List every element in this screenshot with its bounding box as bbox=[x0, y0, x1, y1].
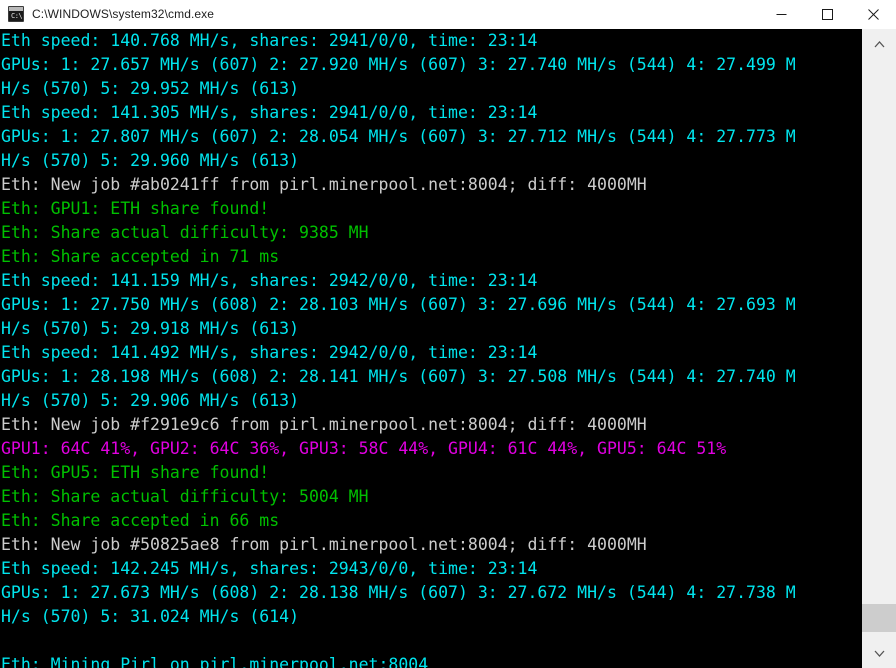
cmd-window: C:\ C:\WINDOWS\system32\cmd.exe Eth spee… bbox=[0, 0, 896, 668]
console-line: Eth: Mining Pirl on pirl.minerpool.net:8… bbox=[1, 655, 429, 668]
console-line: GPU1: 64C 41%, GPU2: 64C 36%, GPU3: 58C … bbox=[1, 439, 727, 458]
scrollbar-track[interactable] bbox=[862, 59, 896, 638]
scroll-down-button[interactable] bbox=[862, 638, 896, 668]
console-area: Eth speed: 140.768 MH/s, shares: 2941/0/… bbox=[0, 29, 896, 668]
scroll-up-button[interactable] bbox=[862, 29, 896, 59]
console-line: Eth: GPU5: ETH share found! bbox=[1, 463, 270, 482]
console-line: Eth: New job #ab0241ff from pirl.minerpo… bbox=[1, 175, 647, 194]
console-line: Eth: New job #50825ae8 from pirl.minerpo… bbox=[1, 535, 647, 554]
console-line: Eth speed: 142.245 MH/s, shares: 2943/0/… bbox=[1, 559, 538, 578]
maximize-icon bbox=[821, 8, 833, 20]
console-line: Eth speed: 140.768 MH/s, shares: 2941/0/… bbox=[1, 31, 538, 50]
console-line: H/s (570) 5: 31.024 MH/s (614) bbox=[1, 607, 300, 626]
console-line: Eth: New job #f291e9c6 from pirl.minerpo… bbox=[1, 415, 647, 434]
console-line: GPUs: 1: 27.807 MH/s (607) 2: 28.054 MH/… bbox=[1, 127, 796, 146]
minimize-button[interactable] bbox=[758, 0, 804, 28]
minimize-icon bbox=[776, 13, 786, 15]
console-line: Eth speed: 141.492 MH/s, shares: 2942/0/… bbox=[1, 343, 538, 362]
close-icon bbox=[867, 8, 879, 20]
close-button[interactable] bbox=[850, 0, 896, 28]
console-line: GPUs: 1: 28.198 MH/s (608) 2: 28.141 MH/… bbox=[1, 367, 796, 386]
console-line: Eth: Share actual difficulty: 9385 MH bbox=[1, 223, 369, 242]
console-output[interactable]: Eth speed: 140.768 MH/s, shares: 2941/0/… bbox=[0, 29, 861, 668]
window-title: C:\WINDOWS\system32\cmd.exe bbox=[32, 7, 215, 21]
cmd-console-icon: C:\ bbox=[8, 6, 24, 22]
chevron-up-icon bbox=[874, 40, 884, 47]
console-line: H/s (570) 5: 29.906 MH/s (613) bbox=[1, 391, 300, 410]
icon-prompt-glyph: C:\ bbox=[11, 12, 23, 20]
scrollbar-thumb[interactable] bbox=[862, 604, 896, 632]
console-line: H/s (570) 5: 29.918 MH/s (613) bbox=[1, 319, 300, 338]
chevron-down-icon bbox=[874, 650, 884, 657]
console-line: H/s (570) 5: 29.952 MH/s (613) bbox=[1, 79, 300, 98]
console-line: Eth: Share accepted in 71 ms bbox=[1, 247, 280, 266]
console-line: GPUs: 1: 27.673 MH/s (608) 2: 28.138 MH/… bbox=[1, 583, 796, 602]
title-bar[interactable]: C:\ C:\WINDOWS\system32\cmd.exe bbox=[0, 0, 896, 29]
icon-title-strip bbox=[9, 7, 23, 11]
maximize-button[interactable] bbox=[804, 0, 850, 28]
console-line: H/s (570) 5: 29.960 MH/s (613) bbox=[1, 151, 300, 170]
vertical-scrollbar[interactable] bbox=[861, 29, 896, 668]
window-controls bbox=[758, 0, 896, 28]
console-line: Eth speed: 141.305 MH/s, shares: 2941/0/… bbox=[1, 103, 538, 122]
console-line: Eth: Share accepted in 66 ms bbox=[1, 511, 280, 530]
console-line: Eth: Share actual difficulty: 5004 MH bbox=[1, 487, 369, 506]
console-line: GPUs: 1: 27.750 MH/s (608) 2: 28.103 MH/… bbox=[1, 295, 796, 314]
console-line: GPUs: 1: 27.657 MH/s (607) 2: 27.920 MH/… bbox=[1, 55, 796, 74]
console-line: Eth speed: 141.159 MH/s, shares: 2942/0/… bbox=[1, 271, 538, 290]
console-line: Eth: GPU1: ETH share found! bbox=[1, 199, 270, 218]
